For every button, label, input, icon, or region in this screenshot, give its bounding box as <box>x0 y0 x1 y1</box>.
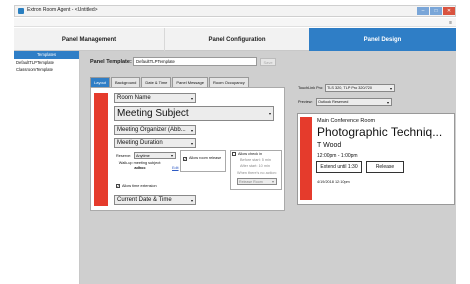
sidebar-item-default-template[interactable]: DefaultTLPTemplate <box>14 59 79 66</box>
chevron-down-icon: ▾ <box>190 198 193 203</box>
touchlink-value: TLS 320, TLP Pro 320/720 <box>327 86 373 90</box>
title-bar: Extron Room Agent - <Untitled> – □ ✕ <box>14 5 456 17</box>
tab-room-occupancy[interactable]: Room Occupancy <box>208 77 249 87</box>
room-name-value: Room Name <box>117 95 151 101</box>
meeting-subject-value: Meeting Subject <box>117 108 189 119</box>
time-extension-checkbox[interactable]: ✓ <box>116 184 120 188</box>
preview-status-bar <box>300 117 312 200</box>
chevron-down-icon: ▾ <box>389 86 392 91</box>
meeting-subject-dropdown[interactable]: Meeting Subject ▾ <box>114 106 274 121</box>
preview-organizer: T Wood <box>317 142 342 149</box>
before-start-setting: Before start: 5 min <box>240 158 272 162</box>
after-start-setting: After start: 10 min <box>240 164 270 168</box>
app-icon <box>18 8 24 14</box>
menu-icon[interactable]: ≡ <box>449 20 452 26</box>
status-bar-red <box>94 93 108 206</box>
chevron-down-icon: ▾ <box>170 153 173 158</box>
date-time-value: Current Date & Time <box>117 197 172 203</box>
meeting-organizer-value: Meeting Organizer (Abb... <box>117 127 186 133</box>
preview-time: 12:00pm - 1:00pm <box>317 153 358 159</box>
edit-link[interactable]: Edit <box>172 166 179 170</box>
preview-release-button[interactable]: Release <box>366 161 404 173</box>
panel-template-input[interactable]: DefaultTLPTemplate <box>133 57 257 66</box>
preview-extend-button[interactable]: Extend until 1:30 <box>316 161 362 173</box>
check-in-label: Allow check in <box>238 152 263 156</box>
minimize-button[interactable]: – <box>417 7 429 15</box>
touchlink-label: TouchLink Pro: <box>298 86 324 90</box>
tab-panel-message[interactable]: Panel Message <box>172 77 208 87</box>
chevron-down-icon: ▾ <box>190 96 193 101</box>
chevron-down-icon: ▾ <box>190 128 193 133</box>
chevron-down-icon: ▾ <box>271 179 274 184</box>
meeting-duration-value: Meeting Duration <box>117 140 163 146</box>
close-button[interactable]: ✕ <box>443 7 455 15</box>
tab-panel-management[interactable]: Panel Management <box>14 28 164 51</box>
date-time-dropdown[interactable]: Current Date & Time ▾ <box>114 195 196 205</box>
templates-header: Templates <box>14 51 79 59</box>
room-release-checkbox[interactable]: ✓ <box>183 157 187 161</box>
menu-bar: ≡ <box>14 18 456 27</box>
save-button[interactable]: Save <box>260 58 276 66</box>
tab-background[interactable]: Background <box>111 77 141 87</box>
reserve-label: Reserve: <box>116 154 132 158</box>
no-action-label: When there's no action: <box>237 171 277 175</box>
main-nav: Panel Management Panel Configuration Pan… <box>14 28 456 51</box>
tab-panel-design[interactable]: Panel Design <box>309 28 456 51</box>
preview-date-time: 4/19/2018 12:10pm <box>317 180 350 184</box>
reserve-dropdown[interactable]: Anytime ▾ <box>134 152 176 159</box>
preview-label: Preview: <box>298 100 313 104</box>
preview-dropdown[interactable]: Outlook Reserved ▾ <box>316 98 392 106</box>
walkup-subject: Walk-up meeting subject: adhoc <box>116 161 164 171</box>
meeting-organizer-dropdown[interactable]: Meeting Organizer (Abb... ▾ <box>114 125 196 135</box>
time-extension-label: Allow time extension <box>122 184 157 188</box>
no-action-dropdown[interactable]: Release Room ▾ <box>237 178 277 185</box>
reserve-value: Anytime <box>136 154 150 158</box>
room-release-label: Allow room release <box>189 156 222 160</box>
tab-layout[interactable]: Layout <box>90 77 111 87</box>
design-subtabs: Layout Background Date & Time Panel Mess… <box>90 77 250 87</box>
template-sidebar: Templates DefaultTLPTemplate ClassroomTe… <box>14 51 80 284</box>
chevron-down-icon: ▾ <box>386 100 389 105</box>
panel-template-label: Panel Template: <box>90 59 132 65</box>
meeting-duration-dropdown[interactable]: Meeting Duration ▾ <box>114 138 196 148</box>
no-action-value: Release Room <box>239 180 263 184</box>
sidebar-item-classroom-template[interactable]: ClassroomTemplate <box>14 66 79 73</box>
touchlink-dropdown[interactable]: TLS 320, TLP Pro 320/720 ▾ <box>325 84 395 92</box>
check-in-checkbox[interactable] <box>232 152 236 156</box>
tab-date-time[interactable]: Date & Time <box>141 77 172 87</box>
preview-subject: Photographic Techniq... <box>317 125 443 139</box>
room-name-dropdown[interactable]: Room Name ▾ <box>114 93 196 103</box>
tab-panel-configuration[interactable]: Panel Configuration <box>164 28 309 51</box>
room-release-group <box>180 150 226 172</box>
chevron-down-icon: ▾ <box>268 111 271 116</box>
walkup-subject-value: adhoc <box>134 166 146 170</box>
chevron-down-icon: ▾ <box>190 141 193 146</box>
preview-room-name: Main Conference Room <box>317 118 376 124</box>
maximize-button[interactable]: □ <box>430 7 442 15</box>
preview-value: Outlook Reserved <box>318 100 349 104</box>
window-title: Extron Room Agent - <Untitled> <box>27 7 98 13</box>
